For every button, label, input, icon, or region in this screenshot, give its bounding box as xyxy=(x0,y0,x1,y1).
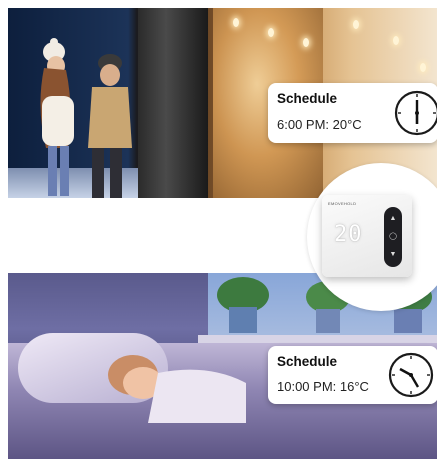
chevron-down-icon[interactable]: ▼ xyxy=(389,251,397,259)
string-light xyxy=(233,18,239,27)
string-light xyxy=(353,20,359,29)
string-light xyxy=(268,28,274,37)
string-light xyxy=(420,63,426,72)
string-light xyxy=(303,38,309,47)
schedule-card-evening: Schedule 6:00 PM: 20°C xyxy=(268,83,437,143)
schedule-title: Schedule xyxy=(277,91,338,106)
thermostat-control-panel: ▲ ◯ ▼ xyxy=(384,207,402,267)
man-figure xyxy=(88,54,132,198)
potted-plant xyxy=(217,277,269,333)
door-frame xyxy=(138,8,208,198)
schedule-card-night: Schedule 10:00 PM: 16°C xyxy=(268,346,437,404)
chevron-up-icon[interactable]: ▲ xyxy=(389,215,397,223)
circle-icon[interactable]: ◯ xyxy=(389,233,397,241)
thermostat-device: EMOVEHOLD 20 ▲ ◯ ▼ xyxy=(322,195,412,277)
clock-icon xyxy=(394,90,437,136)
clock-icon xyxy=(388,352,434,398)
schedule-title: Schedule xyxy=(277,354,338,369)
string-light xyxy=(393,36,399,45)
schedule-time-temp: 10:00 PM: 16°C xyxy=(277,379,369,394)
schedule-time-temp: 6:00 PM: 20°C xyxy=(277,117,362,132)
woman-figure xyxy=(40,38,74,196)
sleeping-child xyxy=(108,355,246,423)
thermostat-display: 20 xyxy=(334,222,363,247)
brand-logo: EMOVEHOLD xyxy=(328,201,357,206)
